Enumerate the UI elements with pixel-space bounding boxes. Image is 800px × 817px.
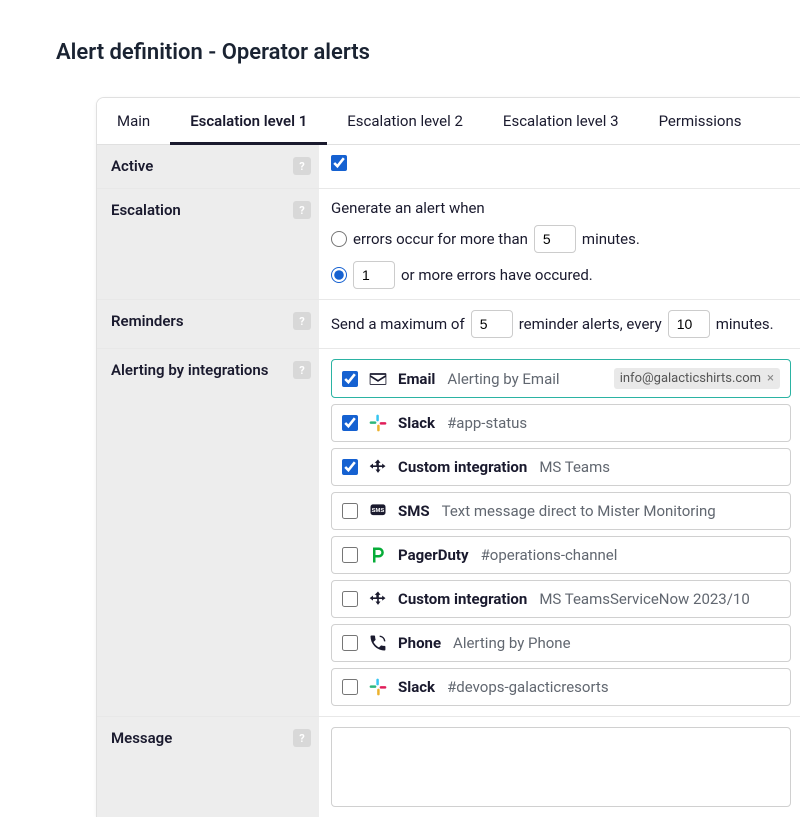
custom-icon xyxy=(368,457,388,477)
sms-icon: SMS xyxy=(368,501,388,521)
integration-desc: Text message direct to Mister Monitoring xyxy=(442,502,716,520)
row-label-reminders: Reminders ? xyxy=(97,300,319,348)
integration-desc: #devops-galacticresorts xyxy=(447,678,609,696)
integration-checkbox[interactable] xyxy=(342,547,358,563)
row-content-escalation: Generate an alert when errors occur for … xyxy=(319,189,800,299)
row-content-active xyxy=(319,145,800,188)
reminders-pre: Send a maximum of xyxy=(331,315,465,333)
row-label-active: Active ? xyxy=(97,145,319,188)
integration-name: SMS xyxy=(398,502,430,520)
tab-escalation-1[interactable]: Escalation level 1 xyxy=(170,98,327,144)
tab-escalation-2[interactable]: Escalation level 2 xyxy=(327,98,483,144)
help-icon[interactable]: ? xyxy=(293,157,311,175)
reminders-max-input[interactable] xyxy=(471,310,513,338)
help-icon[interactable]: ? xyxy=(293,312,311,330)
integration-checkbox[interactable] xyxy=(342,459,358,475)
custom-icon xyxy=(368,589,388,609)
label-reminders: Reminders xyxy=(111,312,184,330)
pagerduty-icon xyxy=(368,545,388,565)
escalation-count-input[interactable] xyxy=(353,261,395,289)
integration-item[interactable]: PagerDuty #operations-channel xyxy=(331,536,791,574)
integration-checkbox[interactable] xyxy=(342,503,358,519)
integration-item[interactable]: SMS SMS Text message direct to Mister Moni… xyxy=(331,492,791,530)
label-integrations: Alerting by integrations xyxy=(111,361,269,379)
escalation-opt1-pre: errors occur for more than xyxy=(353,230,528,248)
integration-item[interactable]: Custom integration MS TeamsServiceNow 202… xyxy=(331,580,791,618)
escalation-radio-duration[interactable] xyxy=(331,231,347,247)
integration-checkbox[interactable] xyxy=(342,371,358,387)
integration-name: Slack xyxy=(398,678,435,696)
row-reminders: Reminders ? Send a maximum of reminder a… xyxy=(97,300,800,349)
label-active: Active xyxy=(111,157,153,175)
escalation-opt2-post: or more errors have occured. xyxy=(401,266,593,284)
escalation-radio-count[interactable] xyxy=(331,267,347,283)
integrations-list: Email Alerting by Email info@galacticshirt… xyxy=(319,349,800,716)
integration-desc: Alerting by Phone xyxy=(453,634,571,652)
escalation-duration-input[interactable] xyxy=(534,225,576,253)
tabs: Main Escalation level 1 Escalation level… xyxy=(97,98,800,145)
integration-name: Slack xyxy=(398,414,435,432)
row-content-message xyxy=(319,717,800,817)
integration-item[interactable]: Custom integration MS Teams xyxy=(331,448,791,486)
help-icon[interactable]: ? xyxy=(293,361,311,379)
row-active: Active ? xyxy=(97,145,800,189)
page-title: Alert definition - Operator alerts xyxy=(56,40,800,65)
close-icon[interactable]: × xyxy=(767,371,774,386)
active-checkbox[interactable] xyxy=(331,155,347,171)
integration-checkbox[interactable] xyxy=(342,635,358,651)
integration-name: Phone xyxy=(398,634,441,652)
row-label-integrations: Alerting by integrations ? xyxy=(97,349,319,716)
integration-name: Custom integration xyxy=(398,458,527,476)
label-message: Message xyxy=(111,729,172,747)
tab-escalation-3[interactable]: Escalation level 3 xyxy=(483,98,639,144)
chip-text: info@galacticshirts.com xyxy=(620,371,761,386)
integration-name: Email xyxy=(398,370,435,388)
integration-checkbox[interactable] xyxy=(342,591,358,607)
row-escalation: Escalation ? Generate an alert when erro… xyxy=(97,189,800,300)
phone-icon xyxy=(368,633,388,653)
integration-checkbox[interactable] xyxy=(342,679,358,695)
slack-icon xyxy=(368,677,388,697)
integration-desc: #app-status xyxy=(447,414,527,432)
integration-item[interactable]: Email Alerting by Email info@galacticshirt… xyxy=(331,359,791,398)
integration-checkbox[interactable] xyxy=(342,415,358,431)
row-message: Message ? xyxy=(97,717,800,817)
slack-icon xyxy=(368,413,388,433)
integration-item[interactable]: Slack #app-status xyxy=(331,404,791,442)
integration-desc: #operations-channel xyxy=(481,546,618,564)
integration-item[interactable]: Slack #devops-galacticresorts xyxy=(331,668,791,706)
tab-permissions[interactable]: Permissions xyxy=(639,98,762,144)
settings-panel: Main Escalation level 1 Escalation level… xyxy=(96,97,800,817)
escalation-opt1-post: minutes. xyxy=(582,230,640,248)
integration-name: Custom integration xyxy=(398,590,527,608)
row-label-message: Message ? xyxy=(97,717,319,817)
row-label-escalation: Escalation ? xyxy=(97,189,319,299)
email-icon xyxy=(368,369,388,389)
integration-desc: MS TeamsServiceNow 2023/10 xyxy=(539,590,749,608)
integration-item[interactable]: Phone Alerting by Phone xyxy=(331,624,791,662)
row-integrations: Alerting by integrations ? Email Alerting… xyxy=(97,349,800,717)
escalation-intro: Generate an alert when xyxy=(331,199,791,217)
reminders-post: minutes. xyxy=(716,315,774,333)
message-textarea[interactable] xyxy=(331,727,791,807)
help-icon[interactable]: ? xyxy=(293,729,311,747)
row-content-reminders: Send a maximum of reminder alerts, every… xyxy=(319,300,800,348)
recipient-chip[interactable]: info@galacticshirts.com × xyxy=(614,368,780,389)
reminders-interval-input[interactable] xyxy=(668,310,710,338)
reminders-mid: reminder alerts, every xyxy=(519,315,662,333)
tab-main[interactable]: Main xyxy=(97,98,170,144)
label-escalation: Escalation xyxy=(111,201,181,219)
integration-desc: Alerting by Email xyxy=(447,370,559,388)
svg-text:SMS: SMS xyxy=(372,508,385,514)
help-icon[interactable]: ? xyxy=(293,201,311,219)
integration-name: PagerDuty xyxy=(398,546,469,564)
integration-desc: MS Teams xyxy=(539,458,610,476)
